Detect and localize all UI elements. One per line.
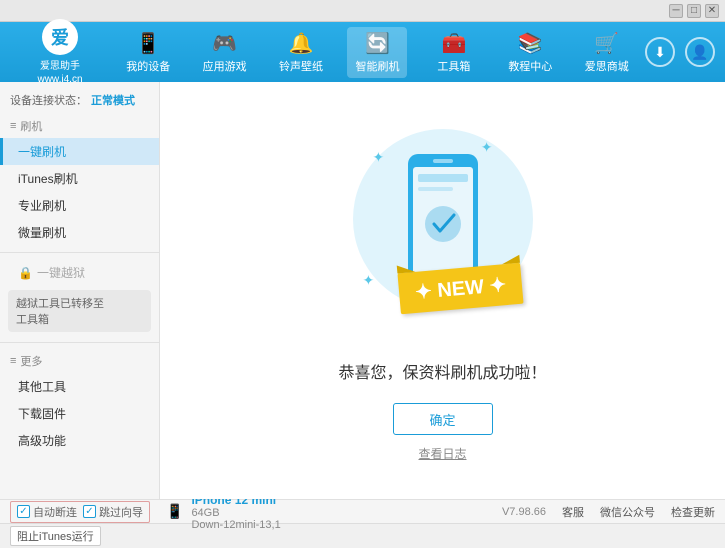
shop-icon: 🛒 [594, 31, 619, 56]
status-bar: 设备连接状态： 正常模式 [0, 88, 159, 114]
section-flash-icon: ≡ [10, 120, 16, 132]
customer-service-link[interactable]: 客服 [562, 504, 584, 520]
sidebar-item-one-click-flash[interactable]: 一键刷机 [0, 138, 159, 165]
nav-shop[interactable]: 🛒 爱思商城 [577, 27, 637, 78]
bottom-bar: ✓ 自动断连 ✓ 跳过向导 📱 iPhone 12 mini 64GB Down… [0, 499, 725, 523]
itunes-flash-label: iTunes刷机 [18, 172, 78, 186]
logo-name: 爱思助手 [40, 57, 80, 72]
section-flash-title: 刷机 [20, 118, 42, 134]
smart-flash-label: 智能刷机 [355, 58, 399, 74]
download-firmware-label: 下载固件 [18, 407, 66, 421]
section-more-title: 更多 [20, 353, 42, 369]
navbar: 爱 爱思助手 www.i4.cn 📱 我的设备 🎮 应用游戏 🔔 铃声壁纸 🔄 … [0, 22, 725, 82]
shop-label: 爱思商城 [585, 58, 629, 74]
toolbox-label: 工具箱 [437, 58, 470, 74]
ringtones-icon: 🔔 [289, 31, 314, 56]
other-tools-label: 其他工具 [18, 380, 66, 394]
status-label: 设备连接状态： [10, 92, 87, 108]
content-area: ✦ ✦ ✦ ✦ NEW ✦ [160, 82, 725, 499]
device-firmware: Down-12mini-13,1 [191, 519, 280, 531]
device-phone-icon: 📱 [166, 503, 183, 520]
sidebar-item-advanced[interactable]: 高级功能 [0, 427, 159, 454]
section-more-icon: ≡ [10, 355, 16, 367]
section-more: ≡ 更多 [0, 349, 159, 373]
sidebar-item-download-firmware[interactable]: 下载固件 [0, 400, 159, 427]
sidebar-note: 越狱工具已转移至 工具箱 [8, 290, 151, 332]
status-value: 正常模式 [91, 92, 135, 108]
checkboxes-group: ✓ 自动断连 ✓ 跳过向导 [10, 501, 150, 523]
sidebar-item-pro-flash[interactable]: 专业刷机 [0, 192, 159, 219]
auto-disconnect-check-icon: ✓ [17, 505, 30, 518]
close-button[interactable]: ✕ [705, 4, 719, 18]
confirm-button[interactable]: 确定 [393, 403, 493, 435]
sidebar-divider-2 [0, 342, 159, 343]
skip-wizard-checkbox[interactable]: ✓ 跳过向导 [83, 504, 143, 520]
tutorials-label: 教程中心 [508, 58, 552, 74]
advanced-label: 高级功能 [18, 434, 66, 448]
minimize-button[interactable]: ─ [669, 4, 683, 18]
sidebar: 设备连接状态： 正常模式 ≡ 刷机 一键刷机 iTunes刷机 专业刷机 微量刷… [0, 82, 160, 499]
one-click-flash-label: 一键刷机 [18, 145, 66, 159]
nav-smart-flash[interactable]: 🔄 智能刷机 [347, 27, 407, 78]
sidebar-divider-1 [0, 252, 159, 253]
nav-ringtones[interactable]: 🔔 铃声壁纸 [271, 27, 331, 78]
apps-games-icon: 🎮 [212, 31, 237, 56]
wechat-link[interactable]: 微信公众号 [600, 504, 655, 520]
phone-illustration: ✦ ✦ ✦ ✦ NEW ✦ [343, 119, 543, 339]
check-update-link[interactable]: 检查更新 [671, 504, 715, 520]
version-text: V7.98.66 [502, 506, 546, 518]
nav-apps-games[interactable]: 🎮 应用游戏 [195, 27, 255, 78]
sidebar-item-ipsw-flash[interactable]: 微量刷机 [0, 219, 159, 246]
nav-items: 📱 我的设备 🎮 应用游戏 🔔 铃声壁纸 🔄 智能刷机 🧰 工具箱 📚 教程中心… [110, 27, 645, 78]
stop-itunes-button[interactable]: 阻止iTunes运行 [10, 526, 101, 546]
logo-icon: 爱 [42, 19, 78, 55]
my-device-icon: 📱 [136, 31, 161, 56]
skip-wizard-check-icon: ✓ [83, 505, 96, 518]
skip-wizard-label: 跳过向导 [99, 504, 143, 520]
goto-log-link[interactable]: 查看日志 [418, 445, 466, 462]
sidebar-item-itunes-flash[interactable]: iTunes刷机 [0, 165, 159, 192]
download-button[interactable]: ⬇ [645, 37, 675, 67]
tutorials-icon: 📚 [518, 31, 543, 56]
nav-tutorials[interactable]: 📚 教程中心 [500, 27, 560, 78]
lock-icon: 🔒 [18, 266, 33, 280]
section-flash: ≡ 刷机 [0, 114, 159, 138]
toolbox-icon: 🧰 [441, 31, 466, 56]
nav-toolbox[interactable]: 🧰 工具箱 [424, 27, 484, 78]
success-message: 恭喜您，保资料刷机成功啦！ [338, 359, 546, 383]
sparkle-3: ✦ [363, 272, 375, 289]
maximize-button[interactable]: □ [687, 4, 701, 18]
apps-games-label: 应用游戏 [203, 58, 247, 74]
section-jailbreak: 🔒 一键越狱 [0, 259, 159, 286]
ipsw-flash-label: 微量刷机 [18, 226, 66, 240]
main-area: 设备连接状态： 正常模式 ≡ 刷机 一键刷机 iTunes刷机 专业刷机 微量刷… [0, 82, 725, 499]
new-badge-text: ✦ NEW ✦ [414, 274, 507, 304]
logo: 爱 爱思助手 www.i4.cn [10, 19, 110, 85]
sidebar-item-other-tools[interactable]: 其他工具 [0, 373, 159, 400]
smart-flash-icon: 🔄 [365, 31, 390, 56]
user-button[interactable]: 👤 [685, 37, 715, 67]
my-device-label: 我的设备 [126, 58, 170, 74]
pro-flash-label: 专业刷机 [18, 199, 66, 213]
bottom-right: V7.98.66 客服 微信公众号 检查更新 [502, 504, 715, 520]
sparkle-1: ✦ [373, 149, 385, 166]
ringtones-label: 铃声壁纸 [279, 58, 323, 74]
nav-my-device[interactable]: 📱 我的设备 [118, 27, 178, 78]
auto-disconnect-label: 自动断连 [33, 504, 77, 520]
auto-disconnect-checkbox[interactable]: ✓ 自动断连 [17, 504, 77, 520]
nav-right: ⬇ 👤 [645, 37, 715, 67]
device-storage: 64GB [191, 507, 280, 519]
section-jailbreak-title: 一键越狱 [37, 264, 85, 281]
